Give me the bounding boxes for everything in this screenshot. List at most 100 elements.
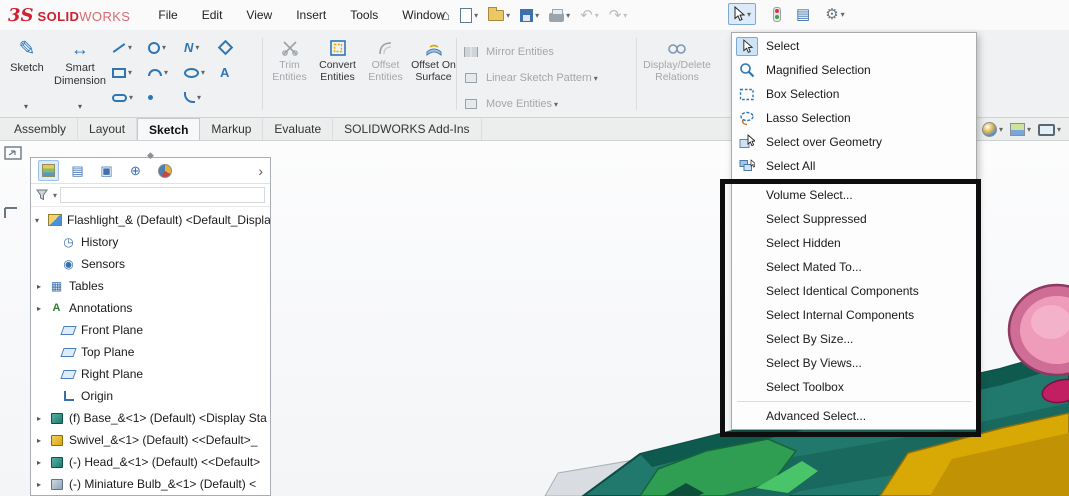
fillet-tool-button[interactable]: ▾ — [184, 92, 220, 103]
tree-filter-input[interactable] — [60, 187, 265, 203]
tree-item-top-plane[interactable]: Top Plane — [31, 341, 270, 363]
chevron-down-icon[interactable]: ▾ — [128, 43, 132, 52]
offset-on-surface-button[interactable]: Offset On Surface — [410, 37, 457, 83]
apply-scene-button[interactable]: ▾ — [1010, 123, 1031, 136]
chevron-down-icon[interactable]: ▾ — [78, 102, 82, 111]
tree-item-swivel-part[interactable]: ▸ Swivel_&<1> (Default) <<Default>_ — [31, 429, 270, 451]
ellipse-tool-button[interactable]: ▾ — [184, 68, 220, 78]
chevron-down-icon[interactable]: ▾ — [1027, 125, 1031, 134]
menu-item-select-by-size[interactable]: Select By Size... — [732, 327, 976, 351]
home-button[interactable]: ⌂ — [441, 7, 450, 24]
chevron-down-icon[interactable]: ▾ — [162, 43, 166, 52]
rebuild-button[interactable] — [773, 7, 781, 22]
chevron-down-icon[interactable]: ▾ — [201, 68, 205, 77]
menu-tools[interactable]: Tools — [338, 3, 390, 27]
chevron-down-icon[interactable]: ▾ — [841, 10, 845, 19]
chevron-down-icon[interactable]: ▾ — [195, 43, 199, 52]
convert-entities-button[interactable]: Convert Entities — [314, 37, 361, 83]
corner-bracket-button[interactable] — [3, 206, 19, 223]
sketch-button[interactable]: ✎ Sketch ▾ — [4, 36, 50, 75]
select-tool-button[interactable]: ▾ — [728, 3, 756, 25]
configurationmanager-tab[interactable]: ▣ — [96, 160, 117, 181]
open-button[interactable]: ▾ — [488, 10, 510, 21]
chevron-down-icon[interactable]: ▾ — [24, 102, 28, 111]
menu-item-select[interactable]: Select — [732, 34, 976, 58]
panel-expand-arrow[interactable]: › — [258, 163, 263, 179]
tree-item-assembly-root[interactable]: ▾ Flashlight_& (Default) <Default_Displa… — [31, 209, 270, 231]
menu-file[interactable]: File — [146, 3, 189, 27]
tree-item-front-plane[interactable]: Front Plane — [31, 319, 270, 341]
menu-item-magnified-selection[interactable]: Magnified Selection — [732, 58, 976, 82]
line-tool-button[interactable]: ▾ — [112, 41, 148, 55]
view-settings-button[interactable]: ▾ — [1038, 124, 1061, 136]
offset-entities-button[interactable]: Offset Entities — [362, 37, 409, 83]
expand-arrow-icon[interactable]: ▸ — [37, 480, 49, 489]
tab-markup[interactable]: Markup — [200, 118, 263, 140]
chevron-down-icon[interactable]: ▾ — [128, 68, 132, 77]
rectangle-tool-button[interactable]: ▾ — [112, 68, 148, 78]
panel-splitter-handle[interactable]: ◆ — [147, 150, 154, 161]
tree-item-right-plane[interactable]: Right Plane — [31, 363, 270, 385]
chevron-down-icon[interactable]: ▾ — [999, 125, 1003, 134]
move-entities-button[interactable]: Move Entities ▾ — [462, 91, 598, 117]
chevron-down-icon[interactable]: ▾ — [1057, 125, 1061, 134]
tab-assembly[interactable]: Assembly — [3, 118, 78, 140]
menu-item-select-by-views[interactable]: Select By Views... — [732, 351, 976, 375]
tree-item-base-part[interactable]: ▸ (f) Base_&<1> (Default) <Display Sta — [31, 407, 270, 429]
propertymanager-tab[interactable]: ▤ — [67, 160, 88, 181]
chevron-down-icon[interactable]: ▾ — [164, 68, 168, 77]
menu-item-select-all[interactable]: Select All — [732, 154, 976, 178]
menu-item-volume-select[interactable]: Volume Select... — [732, 183, 976, 207]
expand-arrow-icon[interactable]: ▸ — [37, 414, 49, 423]
linear-sketch-pattern-button[interactable]: Linear Sketch Pattern ▾ — [462, 65, 598, 91]
expand-arrow-icon[interactable]: ▸ — [37, 282, 49, 291]
tree-item-tables[interactable]: ▸ ▦ Tables — [31, 275, 270, 297]
redo-button[interactable]: ↷▾ — [609, 6, 628, 24]
chevron-down-icon[interactable]: ▾ — [535, 11, 539, 20]
point-tool-button[interactable] — [148, 95, 184, 100]
options-button[interactable]: ⚙▾ — [825, 5, 844, 23]
menu-item-select-mated-to[interactable]: Select Mated To... — [732, 255, 976, 279]
menu-item-select-toolbox[interactable]: Select Toolbox — [732, 375, 976, 399]
menu-item-select-internal-components[interactable]: Select Internal Components — [732, 303, 976, 327]
spline-tool-button[interactable]: N▾ — [184, 40, 220, 55]
circle-tool-button[interactable]: ▾ — [148, 42, 184, 54]
chevron-down-icon[interactable]: ▾ — [747, 10, 751, 19]
menu-view[interactable]: View — [234, 3, 284, 27]
expand-arrow-icon[interactable]: ▸ — [37, 304, 49, 313]
menu-insert[interactable]: Insert — [284, 3, 338, 27]
file-properties-button[interactable]: ▤ — [796, 5, 810, 23]
chevron-down-icon[interactable]: ▾ — [197, 93, 201, 102]
collapse-arrow-icon[interactable]: ▾ — [35, 216, 47, 225]
tab-solidworks-add-ins[interactable]: SOLIDWORKS Add-Ins — [333, 118, 481, 140]
slot-tool-button[interactable]: ▾ — [112, 93, 148, 102]
menu-item-select-suppressed[interactable]: Select Suppressed — [732, 207, 976, 231]
new-document-button[interactable]: ▾ — [460, 8, 478, 23]
menu-item-lasso-selection[interactable]: Lasso Selection — [732, 106, 976, 130]
menu-item-box-selection[interactable]: Box Selection — [732, 82, 976, 106]
tree-item-history[interactable]: ◷ History — [31, 231, 270, 253]
chevron-down-icon[interactable]: ▾ — [566, 11, 570, 20]
tree-item-annotations[interactable]: ▸ A Annotations — [31, 297, 270, 319]
tab-layout[interactable]: Layout — [78, 118, 137, 140]
smart-dimension-button[interactable]: ↔ Smart Dimension ▾ — [52, 36, 108, 87]
menu-item-select-identical-components[interactable]: Select Identical Components — [732, 279, 976, 303]
tree-item-origin[interactable]: Origin — [31, 385, 270, 407]
mirror-entities-button[interactable]: Mirror Entities — [462, 39, 598, 65]
tree-item-sensors[interactable]: ◉ Sensors — [31, 253, 270, 275]
menu-item-select-over-geometry[interactable]: Select over Geometry — [732, 130, 976, 154]
text-tool-button[interactable]: A — [220, 65, 256, 80]
displaymanager-tab[interactable] — [154, 160, 175, 181]
polygon-tool-button[interactable] — [220, 42, 256, 53]
tab-sketch[interactable]: Sketch — [137, 118, 200, 140]
trim-entities-button[interactable]: Trim Entities — [266, 37, 313, 83]
menu-item-select-hidden[interactable]: Select Hidden — [732, 231, 976, 255]
edit-appearance-button[interactable]: ▾ — [982, 122, 1003, 137]
print-button[interactable]: ▾ — [549, 9, 570, 22]
tree-item-miniature-bulb-part[interactable]: ▸ (-) Miniature Bulb_&<1> (Default) < — [31, 473, 270, 495]
expand-arrow-icon[interactable]: ▸ — [37, 436, 49, 445]
popout-panel-button[interactable] — [4, 146, 22, 165]
undo-button[interactable]: ↶▾ — [580, 6, 599, 24]
display-delete-relations-button[interactable]: Display/Delete Relations — [642, 37, 712, 83]
chevron-down-icon[interactable]: ▾ — [53, 191, 57, 200]
